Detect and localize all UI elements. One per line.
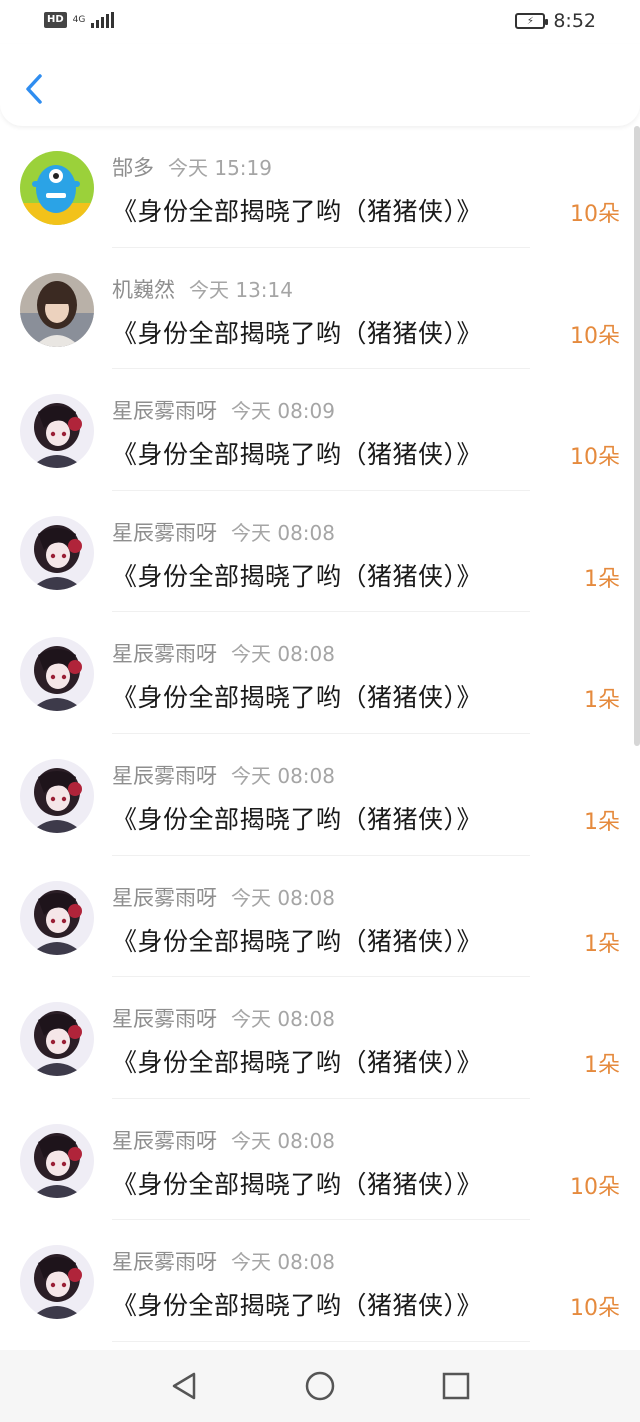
- work-title[interactable]: 《身份全部揭晓了哟（猪猪侠）》: [112, 678, 482, 714]
- name-line: 星辰雾雨呀 今天 08:09: [112, 395, 335, 425]
- name-line: 郜多 今天 15:19: [112, 152, 272, 182]
- name-line: 星辰雾雨呀 今天 08:08: [112, 1246, 335, 1276]
- flower-amount: 1朵: [584, 1053, 620, 1079]
- avatar[interactable]: [20, 151, 94, 225]
- list-item[interactable]: 星辰雾雨呀 今天 08:08 《身份全部揭晓了哟（猪猪侠）》 10朵: [0, 1220, 640, 1342]
- network-type: 4G: [72, 14, 86, 25]
- hd-badge: HD: [44, 12, 67, 28]
- gift-record-list: 郜多 今天 15:19 《身份全部揭晓了哟（猪猪侠）》 10朵 机巍然 今天 13:14 《…: [0, 126, 640, 1342]
- work-title[interactable]: 《身份全部揭晓了哟（猪猪侠）》: [112, 314, 482, 350]
- user-name[interactable]: 星辰雾雨呀: [112, 1129, 217, 1153]
- work-title[interactable]: 《身份全部揭晓了哟（猪猪侠）》: [112, 557, 482, 593]
- nav-recents-button[interactable]: [436, 1366, 476, 1406]
- avatar[interactable]: [20, 394, 94, 469]
- work-title[interactable]: 《身份全部揭晓了哟（猪猪侠）》: [112, 800, 482, 836]
- flower-amount: 1朵: [584, 566, 620, 592]
- avatar[interactable]: [20, 637, 94, 712]
- list-item[interactable]: 星辰雾雨呀 今天 08:08 《身份全部揭晓了哟（猪猪侠）》 1朵: [0, 612, 640, 734]
- work-title[interactable]: 《身份全部揭晓了哟（猪猪侠）》: [112, 192, 482, 228]
- circle-home-icon: [305, 1371, 335, 1401]
- user-name[interactable]: 星辰雾雨呀: [112, 1007, 217, 1031]
- back-button[interactable]: [20, 72, 48, 106]
- timestamp: 今天 08:09: [231, 399, 335, 424]
- list-item[interactable]: 郜多 今天 15:19 《身份全部揭晓了哟（猪猪侠）》 10朵: [0, 126, 640, 248]
- name-line: 星辰雾雨呀 今天 08:08: [112, 517, 335, 547]
- name-line: 星辰雾雨呀 今天 08:08: [112, 1125, 335, 1155]
- nav-back-button[interactable]: [164, 1366, 204, 1406]
- flower-amount: 1朵: [584, 688, 620, 714]
- timestamp: 今天 08:08: [231, 1128, 335, 1153]
- avatar[interactable]: [20, 1245, 94, 1320]
- work-title[interactable]: 《身份全部揭晓了哟（猪猪侠）》: [112, 922, 482, 958]
- timestamp: 今天 08:08: [231, 885, 335, 910]
- flower-amount: 1朵: [584, 931, 620, 957]
- avatar[interactable]: [20, 758, 94, 833]
- triangle-back-icon: [172, 1372, 196, 1400]
- work-title[interactable]: 《身份全部揭晓了哟（猪猪侠）》: [112, 1043, 482, 1079]
- timestamp: 今天 08:08: [231, 763, 335, 788]
- timestamp: 今天 13:14: [189, 277, 293, 302]
- name-line: 机巍然 今天 13:14: [112, 274, 293, 304]
- battery-charging-icon: ⚡: [515, 13, 549, 29]
- avatar[interactable]: [20, 1123, 94, 1198]
- user-name[interactable]: 郜多: [112, 156, 154, 180]
- list-item[interactable]: 星辰雾雨呀 今天 08:08 《身份全部揭晓了哟（猪猪侠）》 1朵: [0, 856, 640, 978]
- status-time: 8:52: [553, 10, 596, 32]
- timestamp: 今天 08:08: [231, 1007, 335, 1032]
- avatar[interactable]: [20, 515, 94, 590]
- nav-home-button[interactable]: [300, 1366, 340, 1406]
- work-title[interactable]: 《身份全部揭晓了哟（猪猪侠）》: [112, 435, 482, 471]
- signal-icon: [90, 12, 114, 28]
- list-item[interactable]: 星辰雾雨呀 今天 08:09 《身份全部揭晓了哟（猪猪侠）》 10朵: [0, 369, 640, 491]
- scrollbar[interactable]: [634, 126, 640, 746]
- timestamp: 今天 08:08: [231, 520, 335, 545]
- list-item[interactable]: 星辰雾雨呀 今天 08:08 《身份全部揭晓了哟（猪猪侠）》 1朵: [0, 734, 640, 856]
- flower-amount: 10朵: [570, 1296, 620, 1322]
- list-item[interactable]: 星辰雾雨呀 今天 08:08 《身份全部揭晓了哟（猪猪侠）》 1朵: [0, 977, 640, 1099]
- flower-amount: 10朵: [570, 202, 620, 227]
- square-recents-icon: [442, 1372, 470, 1400]
- avatar[interactable]: [20, 1002, 94, 1077]
- user-name[interactable]: 星辰雾雨呀: [112, 1250, 217, 1274]
- flower-amount: 10朵: [570, 445, 620, 471]
- user-name[interactable]: 星辰雾雨呀: [112, 886, 217, 910]
- timestamp: 今天 08:08: [231, 642, 335, 667]
- list-item[interactable]: 机巍然 今天 13:14 《身份全部揭晓了哟（猪猪侠）》 10朵: [0, 248, 640, 370]
- flower-amount: 10朵: [570, 1174, 620, 1200]
- flower-amount: 1朵: [584, 809, 620, 835]
- list-item[interactable]: 星辰雾雨呀 今天 08:08 《身份全部揭晓了哟（猪猪侠）》 1朵: [0, 491, 640, 613]
- work-title[interactable]: 《身份全部揭晓了哟（猪猪侠）》: [112, 1165, 482, 1201]
- user-name[interactable]: 星辰雾雨呀: [112, 764, 217, 788]
- top-header: [0, 44, 640, 126]
- name-line: 星辰雾雨呀 今天 08:08: [112, 882, 335, 912]
- status-bar: HD 4G ⚡ 8:52: [0, 0, 640, 44]
- status-left: HD 4G: [44, 12, 114, 28]
- status-right: ⚡ 8:52: [515, 10, 596, 32]
- user-name[interactable]: 机巍然: [112, 278, 175, 302]
- chevron-left-icon: [26, 74, 42, 104]
- name-line: 星辰雾雨呀 今天 08:08: [112, 638, 335, 668]
- avatar[interactable]: [20, 272, 94, 347]
- divider: [112, 1340, 530, 1342]
- list-item[interactable]: 星辰雾雨呀 今天 08:08 《身份全部揭晓了哟（猪猪侠）》 10朵: [0, 1099, 640, 1221]
- timestamp: 今天 08:08: [231, 1250, 335, 1275]
- system-nav-bar: [0, 1350, 640, 1422]
- user-name[interactable]: 星辰雾雨呀: [112, 521, 217, 545]
- work-title[interactable]: 《身份全部揭晓了哟（猪猪侠）》: [112, 1286, 482, 1322]
- timestamp: 今天 15:19: [168, 156, 272, 180]
- name-line: 星辰雾雨呀 今天 08:08: [112, 1003, 335, 1033]
- user-name[interactable]: 星辰雾雨呀: [112, 642, 217, 666]
- name-line: 星辰雾雨呀 今天 08:08: [112, 760, 335, 790]
- user-name[interactable]: 星辰雾雨呀: [112, 399, 217, 423]
- avatar[interactable]: [20, 880, 94, 955]
- flower-amount: 10朵: [570, 323, 620, 349]
